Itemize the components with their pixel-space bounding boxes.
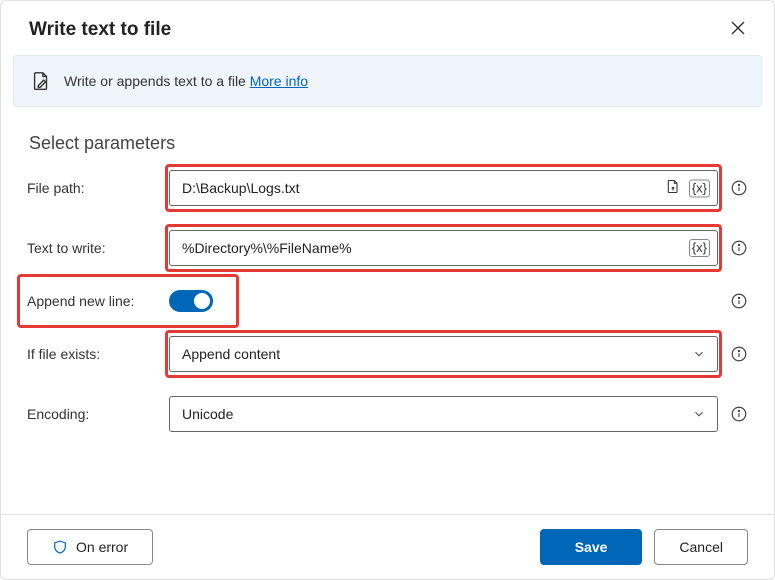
info-icon[interactable] xyxy=(730,179,748,197)
info-icon[interactable] xyxy=(730,292,748,310)
close-button[interactable] xyxy=(730,20,746,41)
dialog-title: Write text to file xyxy=(29,19,171,41)
info-text: Write or appends text to a file xyxy=(64,73,250,89)
more-info-link[interactable]: More info xyxy=(250,73,308,89)
encoding-value: Unicode xyxy=(182,406,233,422)
file-picker-icon[interactable] xyxy=(665,179,681,198)
info-bar: Write or appends text to a file More inf… xyxy=(13,55,762,107)
close-icon xyxy=(730,20,746,36)
section-heading: Select parameters xyxy=(1,117,774,164)
write-file-icon xyxy=(30,70,52,92)
append-new-line-label: Append new line: xyxy=(27,293,157,309)
if-file-exists-select[interactable]: Append content xyxy=(169,336,718,372)
on-error-label: On error xyxy=(76,539,128,555)
file-path-label: File path: xyxy=(27,180,157,196)
append-new-line-toggle[interactable] xyxy=(169,290,213,312)
text-to-write-label: Text to write: xyxy=(27,240,157,256)
variable-picker-icon[interactable]: {x} xyxy=(689,239,710,257)
encoding-select[interactable]: Unicode xyxy=(169,396,718,432)
info-icon[interactable] xyxy=(730,405,748,423)
shield-icon xyxy=(52,539,68,555)
save-button[interactable]: Save xyxy=(540,529,643,565)
if-file-exists-label: If file exists: xyxy=(27,346,157,362)
on-error-button[interactable]: On error xyxy=(27,529,153,565)
if-file-exists-value: Append content xyxy=(182,346,280,362)
info-icon[interactable] xyxy=(730,239,748,257)
encoding-label: Encoding: xyxy=(27,406,157,422)
file-path-input[interactable] xyxy=(169,170,718,206)
cancel-button[interactable]: Cancel xyxy=(654,529,748,565)
text-to-write-input[interactable] xyxy=(169,230,718,266)
variable-picker-icon[interactable]: {x} xyxy=(689,179,710,197)
info-icon[interactable] xyxy=(730,345,748,363)
